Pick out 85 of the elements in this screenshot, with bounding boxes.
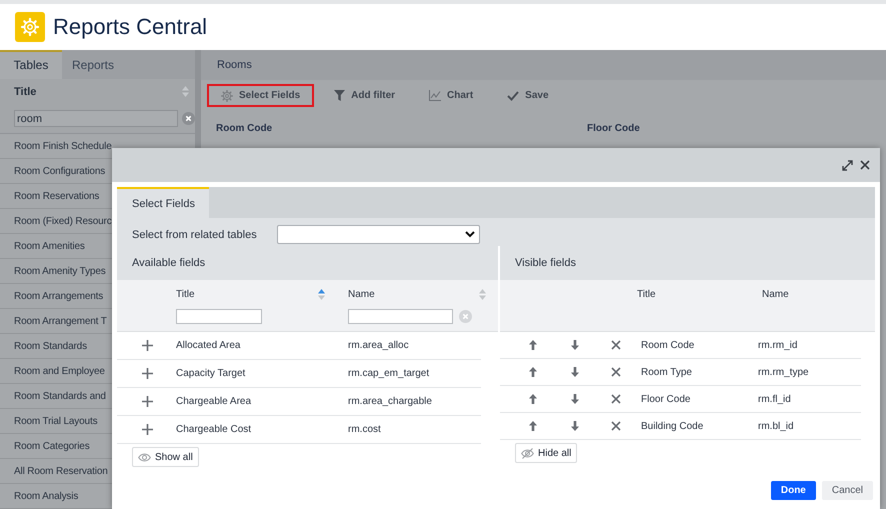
table-cell-text: Floor Code (640, 394, 692, 404)
arrow-up-icon[interactable] (529, 367, 537, 377)
table-cell-text: rm.rm_id (758, 340, 798, 350)
app-title: Reports Central (53, 14, 208, 40)
sidebar-item[interactable]: Room Reservations (14, 190, 100, 202)
eye-slash-icon (521, 448, 534, 458)
sidebar-item[interactable]: Room Standards and (14, 390, 106, 402)
close-icon[interactable] (860, 160, 870, 170)
sidebar-tab[interactable]: Tables (0, 50, 62, 80)
line-chart-icon (429, 90, 442, 101)
sidebar-item[interactable]: Room Arrangements (14, 290, 104, 302)
column-header: Floor Code (587, 123, 641, 134)
sidebar-item[interactable]: Room Trial Layouts (14, 416, 98, 426)
gear-icon (221, 90, 233, 102)
table-cell-text: rm.bl_id (758, 420, 795, 432)
sidebar-tab[interactable]: Reports (62, 50, 124, 80)
plus-icon[interactable] (142, 396, 152, 407)
plus-icon[interactable] (142, 368, 152, 379)
filter-field[interactable] (348, 309, 453, 324)
table-cell-text: Capacity Target (175, 368, 246, 379)
table-cell-text: rm.cost (347, 424, 382, 435)
column-header: Title (176, 289, 195, 300)
expand-icon[interactable] (842, 160, 853, 170)
column-header: Name (762, 289, 789, 300)
arrow-up-icon[interactable] (529, 340, 537, 350)
field-label: Select from related tables (132, 228, 258, 240)
cancel-button[interactable]: Cancel (822, 481, 873, 500)
arrow-down-icon[interactable] (570, 394, 578, 404)
filter-icon (334, 90, 346, 101)
arrow-down-icon[interactable] (570, 421, 578, 431)
sidebar-item[interactable]: Room and Employee (14, 366, 105, 376)
eye-icon (138, 452, 151, 462)
table-cell-text: Chargeable Cost (175, 424, 252, 435)
arrow-down-icon[interactable] (570, 367, 578, 377)
table-cell-text: Room Type (640, 366, 693, 378)
toolbar-button[interactable]: Add filter (320, 84, 410, 107)
section-title: Available fields (132, 257, 206, 269)
table-cell-text: Allocated Area (175, 340, 242, 351)
arrow-up-icon[interactable] (529, 421, 537, 431)
sidebar-item[interactable]: All Room Reservation (14, 466, 108, 476)
plus-icon[interactable] (142, 424, 152, 435)
hide-all-button[interactable]: Hide all (515, 443, 578, 463)
show-all-button[interactable]: Show all (132, 447, 199, 467)
sidebar-item[interactable]: Room Amenities (14, 240, 85, 252)
column-header: Room Code (216, 123, 274, 134)
search-field[interactable]: room (14, 110, 178, 128)
plus-icon[interactable] (142, 340, 152, 351)
panel-title: Rooms (217, 59, 252, 71)
remove-icon[interactable] (611, 421, 621, 431)
column-header: Name (348, 289, 375, 300)
check-icon (507, 90, 520, 100)
table-cell-text: rm.area_chargable (347, 396, 433, 407)
sidebar-item[interactable]: Room Analysis (14, 490, 78, 502)
sidebar-item[interactable]: Room Configurations (14, 166, 106, 176)
remove-icon[interactable] (611, 340, 621, 350)
remove-icon[interactable] (611, 367, 621, 377)
table-cell-text: rm.fl_id (758, 394, 792, 404)
table-cell-text: rm.rm_type (758, 366, 810, 378)
arrow-up-icon[interactable] (529, 394, 537, 404)
sidebar-item[interactable]: Room Categories (14, 440, 90, 452)
gear-icon (15, 12, 45, 42)
table-cell-text: Chargeable Area (175, 396, 252, 407)
filter-field[interactable] (176, 309, 262, 324)
sidebar-item[interactable]: Room Amenity Types (14, 266, 106, 276)
chevron-down-icon (465, 231, 475, 238)
sidebar-item[interactable]: Room Finish Schedule (14, 140, 112, 152)
table-cell-text: Room Code (640, 340, 696, 350)
table-cell-text: rm.cap_em_target (347, 368, 430, 379)
toolbar-button[interactable]: Save (493, 84, 563, 107)
remove-icon[interactable] (611, 394, 621, 404)
sidebar-item[interactable]: Room (Fixed) Resourc (14, 216, 112, 226)
toolbar-button[interactable]: Select Fields (207, 84, 314, 107)
sidebar-item[interactable]: Room Standards (14, 340, 87, 352)
sort-icon[interactable] (318, 289, 325, 300)
column-title: Title (14, 86, 36, 98)
sidebar-item[interactable]: Room Arrangement T (14, 316, 107, 326)
done-button[interactable]: Done (770, 481, 816, 500)
clear-icon[interactable] (182, 112, 195, 126)
arrow-down-icon[interactable] (570, 340, 578, 350)
table-cell-text: rm.area_alloc (347, 340, 410, 351)
dialog-tab[interactable]: Select Fields (117, 187, 209, 218)
column-header: Title (637, 289, 656, 300)
section-title: Visible fields (515, 257, 576, 269)
toolbar-button[interactable]: Chart (415, 84, 488, 107)
table-cell-text: Building Code (640, 420, 704, 432)
